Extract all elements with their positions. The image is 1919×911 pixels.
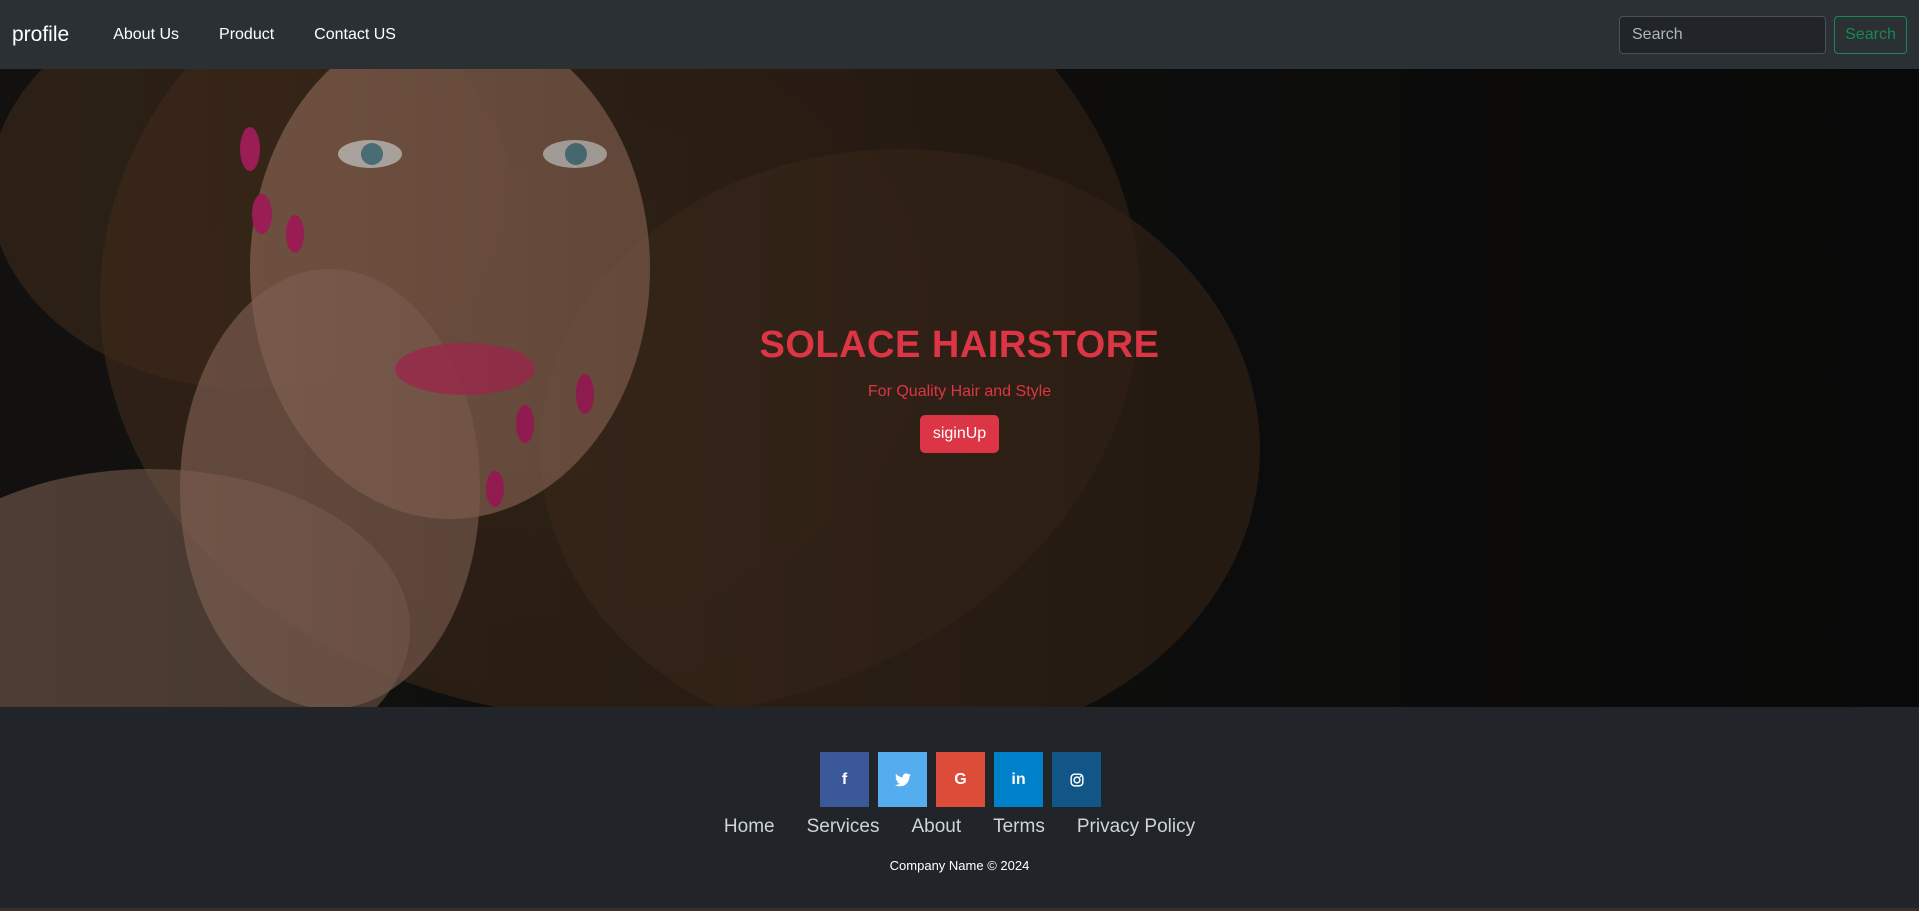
linkedin-icon: in xyxy=(1011,770,1026,788)
search-input[interactable] xyxy=(1619,15,1826,54)
brand-link[interactable]: profile xyxy=(12,23,69,47)
nav-links: About Us Product Contact US xyxy=(93,26,416,44)
twitter-button[interactable] xyxy=(878,752,927,807)
instagram-button[interactable] xyxy=(1052,752,1101,807)
signup-button[interactable]: siginUp xyxy=(919,415,1000,453)
hero-subtitle: For Quality Hair and Style xyxy=(867,383,1052,400)
nav-product[interactable]: Product xyxy=(219,26,274,44)
nav-contact-us[interactable]: Contact US xyxy=(314,26,396,44)
facebook-icon: f xyxy=(841,770,848,788)
footer-link-services[interactable]: Services xyxy=(807,816,880,838)
search-button[interactable]: Search xyxy=(1834,15,1907,54)
linkedin-button[interactable]: in xyxy=(994,752,1043,807)
footer-links: Home Services About Terms Privacy Policy xyxy=(0,816,1919,838)
hero-content: SOLACE HAIRSTORE For Quality Hair and St… xyxy=(0,324,1919,453)
nav-about-us[interactable]: About Us xyxy=(113,26,179,44)
copyright-text: Company Name © 2024 xyxy=(889,858,1030,873)
search-form: Search xyxy=(1619,15,1907,54)
hero-section: SOLACE HAIRSTORE For Quality Hair and St… xyxy=(0,69,1919,707)
footer-link-terms[interactable]: Terms xyxy=(993,816,1045,838)
navbar: profile About Us Product Contact US Sear… xyxy=(0,0,1919,69)
footer: f G in Home Services About Terms Privacy… xyxy=(0,707,1919,911)
google-button[interactable]: G xyxy=(936,752,985,807)
footer-link-privacy-policy[interactable]: Privacy Policy xyxy=(1077,816,1195,838)
social-buttons: f G in xyxy=(0,752,1919,807)
twitter-icon xyxy=(894,772,911,786)
hero-title: SOLACE HAIRSTORE xyxy=(759,324,1160,366)
footer-link-home[interactable]: Home xyxy=(724,816,775,838)
google-icon: G xyxy=(954,770,967,788)
instagram-icon xyxy=(1069,772,1084,787)
footer-link-about[interactable]: About xyxy=(911,816,961,838)
facebook-button[interactable]: f xyxy=(820,752,869,807)
